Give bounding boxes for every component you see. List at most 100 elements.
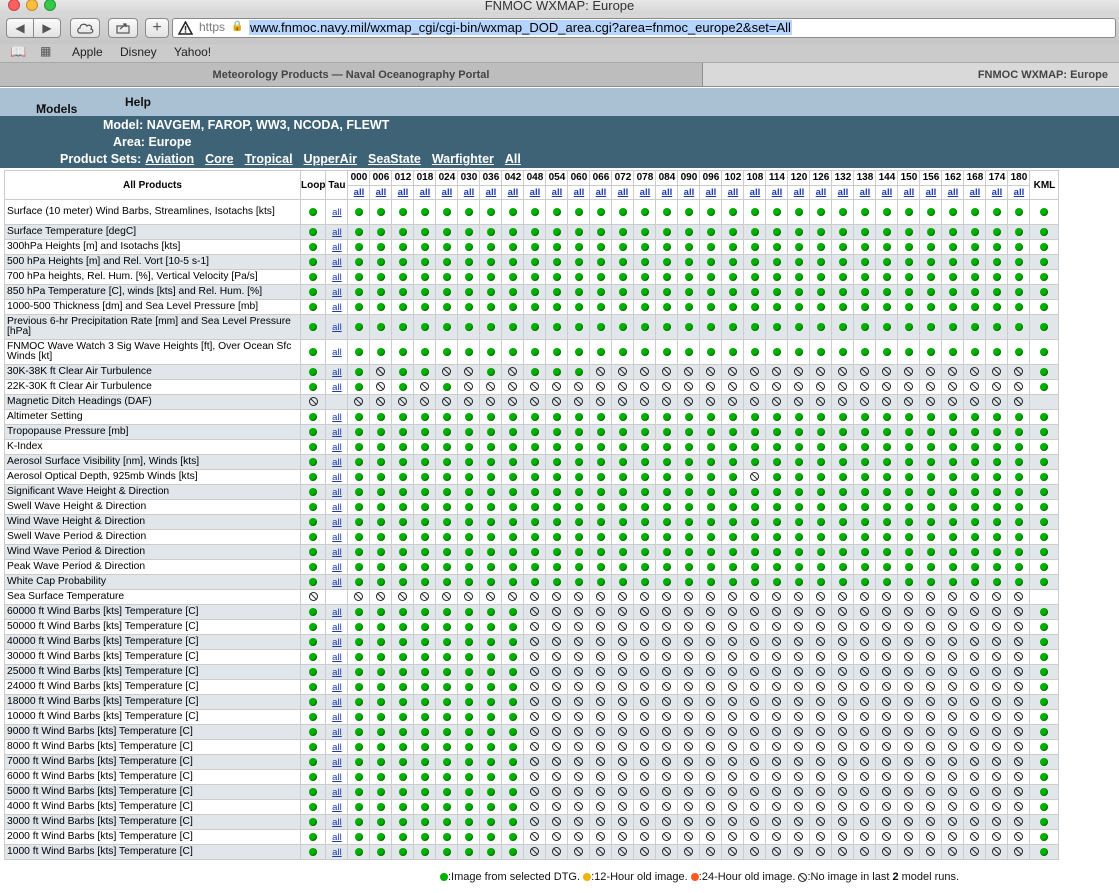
kml-green-dot-icon[interactable] <box>1040 257 1049 266</box>
image-green-dot-icon[interactable] <box>794 502 803 511</box>
image-green-dot-icon[interactable] <box>398 502 407 511</box>
image-green-dot-icon[interactable] <box>464 712 473 721</box>
image-green-dot-icon[interactable] <box>728 547 737 556</box>
image-green-dot-icon[interactable] <box>882 242 891 251</box>
row-all-link[interactable]: all <box>332 742 342 753</box>
set-link-core[interactable]: Core <box>205 152 233 166</box>
image-green-dot-icon[interactable] <box>1014 532 1023 541</box>
image-green-dot-icon[interactable] <box>816 322 825 331</box>
image-green-dot-icon[interactable] <box>970 577 979 586</box>
image-green-dot-icon[interactable] <box>1014 412 1023 421</box>
image-green-dot-icon[interactable] <box>970 547 979 556</box>
kml-green-dot-icon[interactable] <box>1040 622 1049 631</box>
image-green-dot-icon[interactable] <box>552 577 561 586</box>
image-green-dot-icon[interactable] <box>706 207 715 216</box>
image-green-dot-icon[interactable] <box>398 442 407 451</box>
image-green-dot-icon[interactable] <box>420 817 429 826</box>
image-green-dot-icon[interactable] <box>948 457 957 466</box>
image-green-dot-icon[interactable] <box>618 472 627 481</box>
image-green-dot-icon[interactable] <box>376 712 385 721</box>
image-green-dot-icon[interactable] <box>398 847 407 856</box>
image-green-dot-icon[interactable] <box>684 227 693 236</box>
image-green-dot-icon[interactable] <box>420 487 429 496</box>
image-green-dot-icon[interactable] <box>376 802 385 811</box>
image-green-dot-icon[interactable] <box>420 832 429 841</box>
image-green-dot-icon[interactable] <box>970 272 979 281</box>
loop-green-dot-icon[interactable] <box>309 347 318 356</box>
image-green-dot-icon[interactable] <box>376 607 385 616</box>
image-green-dot-icon[interactable] <box>992 502 1001 511</box>
image-green-dot-icon[interactable] <box>552 517 561 526</box>
image-green-dot-icon[interactable] <box>574 302 583 311</box>
image-green-dot-icon[interactable] <box>486 697 495 706</box>
image-green-dot-icon[interactable] <box>992 302 1001 311</box>
image-green-dot-icon[interactable] <box>508 207 517 216</box>
image-green-dot-icon[interactable] <box>486 347 495 356</box>
image-green-dot-icon[interactable] <box>882 347 891 356</box>
image-green-dot-icon[interactable] <box>486 637 495 646</box>
image-green-dot-icon[interactable] <box>926 487 935 496</box>
image-green-dot-icon[interactable] <box>574 227 583 236</box>
image-green-dot-icon[interactable] <box>794 547 803 556</box>
image-green-dot-icon[interactable] <box>420 637 429 646</box>
image-green-dot-icon[interactable] <box>662 457 671 466</box>
tau-all-link[interactable]: all <box>970 187 981 198</box>
row-all-link[interactable]: all <box>332 697 342 708</box>
image-green-dot-icon[interactable] <box>398 682 407 691</box>
image-green-dot-icon[interactable] <box>442 667 451 676</box>
image-green-dot-icon[interactable] <box>596 287 605 296</box>
image-green-dot-icon[interactable] <box>530 502 539 511</box>
image-green-dot-icon[interactable] <box>794 287 803 296</box>
image-green-dot-icon[interactable] <box>794 412 803 421</box>
image-green-dot-icon[interactable] <box>508 787 517 796</box>
image-green-dot-icon[interactable] <box>772 577 781 586</box>
row-all-link[interactable]: all <box>332 367 342 378</box>
icloud-tabs-button[interactable] <box>70 18 100 38</box>
image-green-dot-icon[interactable] <box>574 257 583 266</box>
image-green-dot-icon[interactable] <box>926 257 935 266</box>
image-green-dot-icon[interactable] <box>530 412 539 421</box>
loop-green-dot-icon[interactable] <box>309 562 318 571</box>
row-all-link[interactable]: all <box>332 622 342 633</box>
image-green-dot-icon[interactable] <box>420 272 429 281</box>
image-green-dot-icon[interactable] <box>750 322 759 331</box>
image-green-dot-icon[interactable] <box>816 347 825 356</box>
kml-green-dot-icon[interactable] <box>1040 367 1049 376</box>
image-green-dot-icon[interactable] <box>508 322 517 331</box>
kml-green-dot-icon[interactable] <box>1040 697 1049 706</box>
image-green-dot-icon[interactable] <box>926 547 935 556</box>
image-green-dot-icon[interactable] <box>926 272 935 281</box>
image-green-dot-icon[interactable] <box>860 207 869 216</box>
image-green-dot-icon[interactable] <box>838 517 847 526</box>
image-green-dot-icon[interactable] <box>948 242 957 251</box>
image-green-dot-icon[interactable] <box>376 817 385 826</box>
kml-green-dot-icon[interactable] <box>1040 682 1049 691</box>
image-green-dot-icon[interactable] <box>508 697 517 706</box>
kml-green-dot-icon[interactable] <box>1040 757 1049 766</box>
image-green-dot-icon[interactable] <box>816 547 825 556</box>
image-green-dot-icon[interactable] <box>816 242 825 251</box>
kml-green-dot-icon[interactable] <box>1040 727 1049 736</box>
image-green-dot-icon[interactable] <box>464 257 473 266</box>
image-green-dot-icon[interactable] <box>948 532 957 541</box>
image-green-dot-icon[interactable] <box>684 347 693 356</box>
loop-green-dot-icon[interactable] <box>309 382 318 391</box>
image-green-dot-icon[interactable] <box>750 227 759 236</box>
image-green-dot-icon[interactable] <box>596 577 605 586</box>
loop-green-dot-icon[interactable] <box>309 302 318 311</box>
loop-green-dot-icon[interactable] <box>309 742 318 751</box>
image-green-dot-icon[interactable] <box>860 502 869 511</box>
kml-green-dot-icon[interactable] <box>1040 287 1049 296</box>
image-green-dot-icon[interactable] <box>376 487 385 496</box>
image-green-dot-icon[interactable] <box>398 322 407 331</box>
image-green-dot-icon[interactable] <box>486 832 495 841</box>
image-green-dot-icon[interactable] <box>882 227 891 236</box>
image-green-dot-icon[interactable] <box>794 272 803 281</box>
image-green-dot-icon[interactable] <box>398 757 407 766</box>
bookmark-apple[interactable]: Apple <box>72 45 103 59</box>
image-green-dot-icon[interactable] <box>486 302 495 311</box>
kml-green-dot-icon[interactable] <box>1040 832 1049 841</box>
image-green-dot-icon[interactable] <box>640 207 649 216</box>
image-green-dot-icon[interactable] <box>596 547 605 556</box>
image-green-dot-icon[interactable] <box>398 487 407 496</box>
